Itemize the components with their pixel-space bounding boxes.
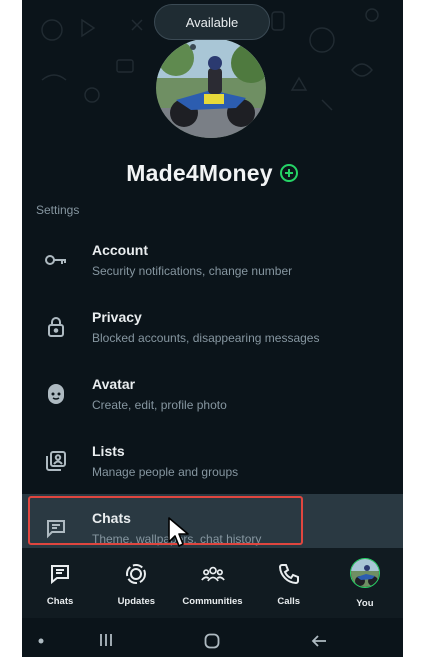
profile-photo-image [156,38,266,138]
settings-list: Account Security notifications, change n… [22,226,403,561]
item-subtitle: Manage people and groups [92,465,239,479]
mouse-cursor-icon [168,517,189,547]
back-icon[interactable] [310,634,328,648]
item-subtitle: Create, edit, profile photo [92,398,227,412]
updates-icon [124,562,148,586]
system-navigation-bar [22,624,403,657]
lists-icon [44,449,68,473]
lock-icon [44,315,68,339]
settings-item-lists[interactable]: Lists Manage people and groups [22,427,403,494]
profile-header: Made4Money [22,158,403,188]
add-circle-icon[interactable] [279,163,299,183]
item-title: Privacy [92,309,142,325]
phone-icon [277,562,301,586]
chats-icon [48,562,72,586]
key-icon [44,248,68,272]
tooltip-tail [190,44,196,50]
bottom-navigation: Chats Updates Communities Calls You [22,548,403,618]
nav-label: Updates [117,596,156,607]
nav-calls[interactable]: Calls [251,548,327,618]
nav-label: Calls [277,596,301,607]
item-subtitle: Blocked accounts, disappearing messages [92,331,320,345]
home-icon[interactable] [204,633,220,649]
nav-you[interactable]: You [327,548,403,618]
settings-screen: Available Made4Money Settings Account Se… [22,0,403,657]
item-title: Lists [92,443,125,459]
status-text: Available [185,14,239,30]
profile-name[interactable]: Made4Money [126,160,272,187]
status-tooltip[interactable]: Available [154,4,270,40]
item-subtitle: Security notifications, change number [92,264,293,278]
item-title: Chats [92,510,131,526]
nav-label: You [356,598,374,609]
item-title: Account [92,242,148,258]
nav-communities[interactable]: Communities [174,548,250,618]
settings-item-avatar[interactable]: Avatar Create, edit, profile photo [22,360,403,427]
communities-icon [200,562,225,586]
avatar [349,558,380,588]
section-label: Settings [36,203,80,217]
dot-icon [38,638,44,644]
recent-apps-icon[interactable] [98,633,114,647]
nav-label: Chats [46,596,74,607]
avatar-face-icon [44,382,68,406]
settings-item-privacy[interactable]: Privacy Blocked accounts, disappearing m… [22,293,403,360]
nav-label: Communities [182,596,243,607]
settings-item-account[interactable]: Account Security notifications, change n… [22,226,403,293]
profile-photo[interactable] [156,38,266,138]
chat-icon [44,516,68,540]
item-title: Avatar [92,376,136,392]
nav-chats[interactable]: Chats [22,548,98,618]
nav-updates[interactable]: Updates [98,548,174,618]
